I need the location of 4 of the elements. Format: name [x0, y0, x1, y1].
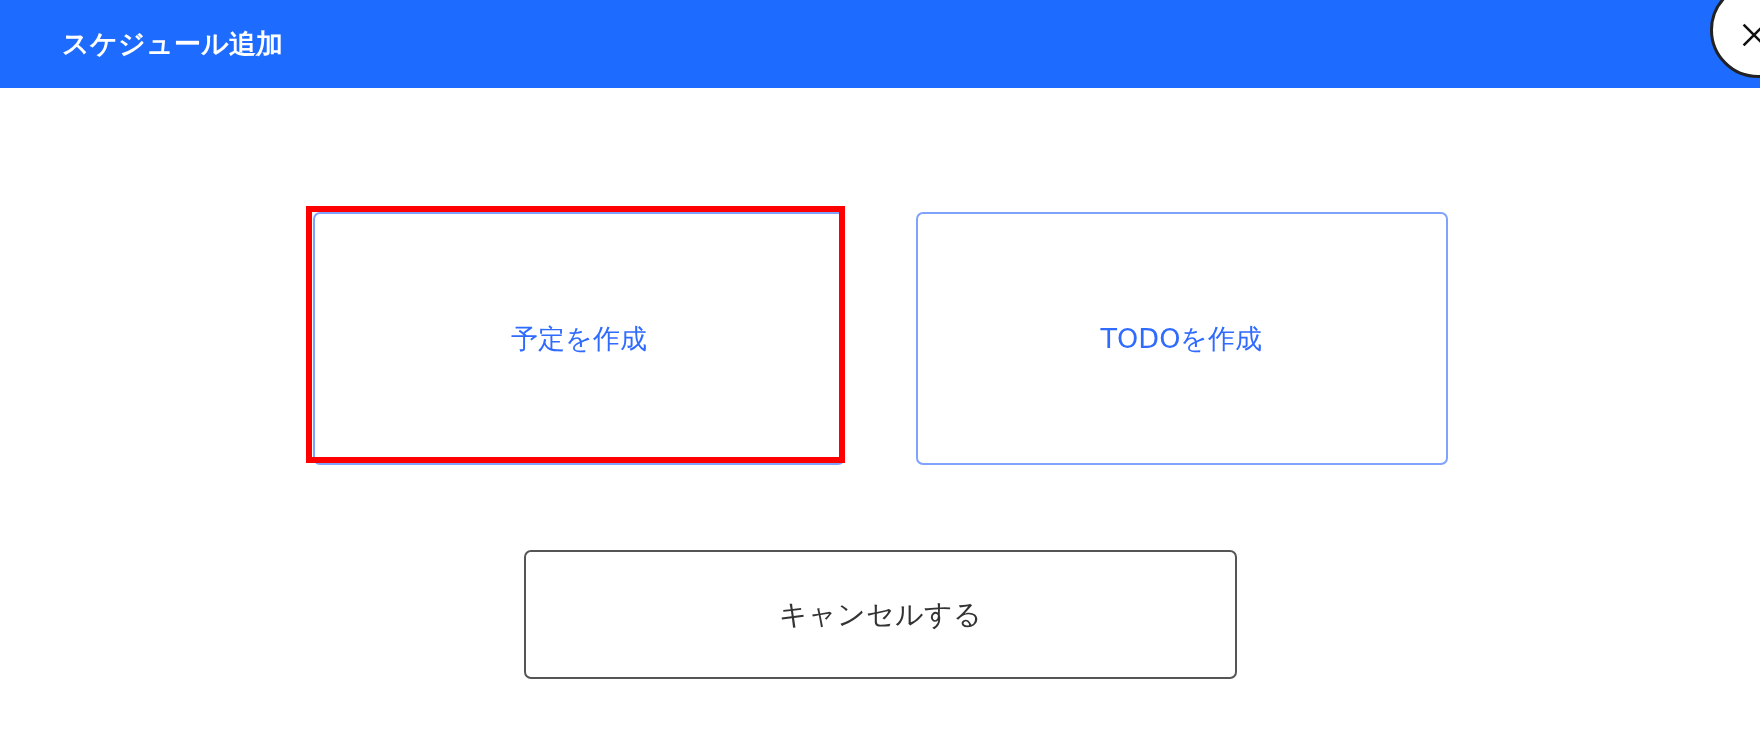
create-option-button[interactable]: TODOを作成	[915, 212, 1448, 465]
close-icon	[1741, 22, 1760, 48]
dialog-title: スケジュール追加	[62, 27, 283, 61]
cancel-button[interactable]: キャンセルする	[523, 550, 1237, 679]
